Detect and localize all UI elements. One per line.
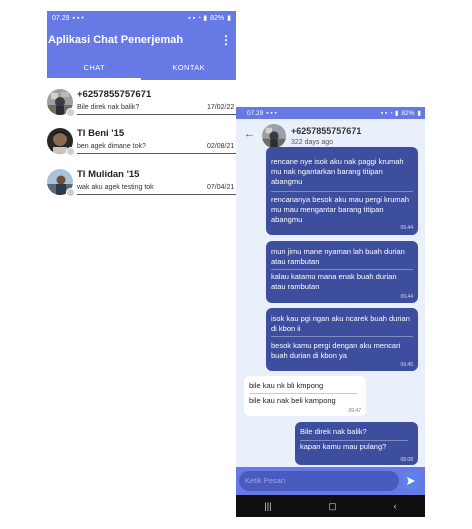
- chat-last-message: Bile direk nak balik?: [77, 104, 140, 111]
- translated-text: bile kau nak beli kampong: [249, 396, 336, 405]
- chat-list-item[interactable]: TI Mulidan '15 wak aku agek testing tok …: [47, 169, 236, 209]
- recents-icon[interactable]: |||: [264, 501, 271, 511]
- overflow-menu-icon[interactable]: ⋮: [220, 34, 232, 46]
- online-status-dot: [66, 147, 75, 156]
- send-icon: [407, 477, 415, 485]
- message-text: bile kau nk bli kmpong: [249, 381, 324, 390]
- app-title: Aplikasi Chat Penerjemah: [48, 34, 184, 46]
- message-text: isok kau pgi ngan aku ncarek buah durian…: [271, 314, 410, 333]
- message-divider: [249, 393, 357, 394]
- status-battery: 82%: [210, 14, 225, 22]
- online-status-dot: [66, 108, 75, 117]
- chat-date: 07/04/21: [207, 184, 235, 191]
- message-time: 08.08: [400, 457, 413, 463]
- chat-name: TI Mulidan '15: [77, 169, 140, 180]
- chat-name: +6257855757671: [77, 89, 152, 100]
- message-bubble-sent[interactable]: isok kau pgi ngan aku ncarek buah durian…: [266, 308, 418, 371]
- system-nav-bar: ||| ▢ ‹: [236, 495, 425, 517]
- back-arrow-icon[interactable]: ←: [244, 128, 255, 140]
- tab-chat[interactable]: CHAT: [47, 55, 142, 80]
- message-time: 09.44: [400, 294, 413, 300]
- selected-tab-indicator: [47, 78, 141, 80]
- message-bubble-sent[interactable]: rencane nye isok aku nak paggi krumah mu…: [266, 147, 418, 235]
- translated-text: besok kamu pergi dengan aku mencari buah…: [271, 341, 401, 360]
- divider: [77, 114, 236, 115]
- online-status-dot: [66, 188, 75, 197]
- status-bar: 07.29 ▪ ▪ • ▪ ▪ ◔ ▮ 82% ▮: [236, 107, 425, 119]
- status-battery: 82%: [401, 109, 415, 117]
- status-time: 07.29: [247, 109, 264, 117]
- signal-icons: ▪ ▪ ◔ ▮: [380, 110, 399, 117]
- contact-avatar[interactable]: [262, 124, 286, 148]
- battery-icon: ▮: [227, 15, 231, 22]
- battery-icon: ▮: [417, 110, 421, 117]
- chat-list-item[interactable]: TI Beni '15 ben agek dimane tok? 02/08/2…: [47, 128, 236, 168]
- translated-text: kalau katamu mana enak buah durian atau …: [271, 272, 397, 291]
- message-time: 09.45: [400, 362, 413, 368]
- chat-date: 02/08/21: [207, 143, 235, 150]
- message-divider: [271, 191, 413, 192]
- last-seen-text: 322 days ago: [291, 139, 334, 146]
- message-bubble-received[interactable]: bile kau nk bli kmpong bile kau nak beli…: [244, 376, 366, 416]
- status-time: 07.29: [52, 14, 70, 22]
- message-composer: Ketik Pesan: [236, 467, 425, 495]
- notification-icons: ▪ ▪ •: [266, 109, 277, 117]
- message-text: Bile direk nak balik?: [300, 427, 367, 436]
- chat-list-screen: 07.29 ▪ ▪ • ▪ ▪ ◔ ▮ 82% ▮ Aplikasi Chat …: [47, 11, 236, 211]
- divider: [77, 153, 236, 154]
- message-divider: [271, 269, 413, 270]
- conversation-screen: 07.29 ▪ ▪ • ▪ ▪ ◔ ▮ 82% ▮ ← +62578557576…: [236, 107, 425, 517]
- message-list: rencane nye isok aku nak paggi krumah mu…: [236, 147, 425, 467]
- divider: [77, 194, 236, 195]
- signal-icons: ▪ ▪ ◔ ▮: [188, 15, 208, 22]
- send-button[interactable]: [402, 472, 420, 490]
- chat-date: 17/02/22: [207, 104, 235, 111]
- status-bar: 07.29 ▪ ▪ • ▪ ▪ ◔ ▮ 82% ▮: [47, 11, 236, 25]
- translated-text: kapan kamu mau pulang?: [300, 442, 387, 451]
- notification-icons: ▪ ▪ •: [72, 14, 84, 22]
- message-divider: [271, 336, 413, 337]
- contact-name: +6257855757671: [291, 126, 362, 136]
- translated-text: rencananya besok aku mau pergi krumah mu…: [271, 195, 409, 224]
- chat-last-message: ben agek dimane tok?: [77, 143, 146, 150]
- chat-name: TI Beni '15: [77, 128, 125, 139]
- back-icon[interactable]: ‹: [394, 501, 397, 511]
- message-text: rencane nye isok aku nak paggi krumah mu…: [271, 157, 404, 186]
- message-divider: [300, 440, 408, 441]
- message-bubble-sent[interactable]: Bile direk nak balik? kapan kamu mau pul…: [295, 422, 418, 465]
- chat-list-item[interactable]: +6257855757671 Bile direk nak balik? 17/…: [47, 89, 236, 129]
- message-text: mun jimu mane nyaman lah buah durian ata…: [271, 247, 405, 266]
- message-bubble-sent[interactable]: mun jimu mane nyaman lah buah durian ata…: [266, 241, 418, 303]
- message-time: 09.47: [348, 408, 361, 414]
- message-input[interactable]: Ketik Pesan: [239, 471, 399, 491]
- message-time: 09.44: [400, 225, 413, 231]
- tab-kontak[interactable]: KONTAK: [142, 55, 237, 80]
- app-bar: Aplikasi Chat Penerjemah ⋮: [47, 25, 236, 55]
- chat-last-message: wak aku agek testing tok: [77, 184, 154, 191]
- tab-bar: CHAT KONTAK: [47, 55, 236, 80]
- home-icon[interactable]: ▢: [328, 501, 337, 512]
